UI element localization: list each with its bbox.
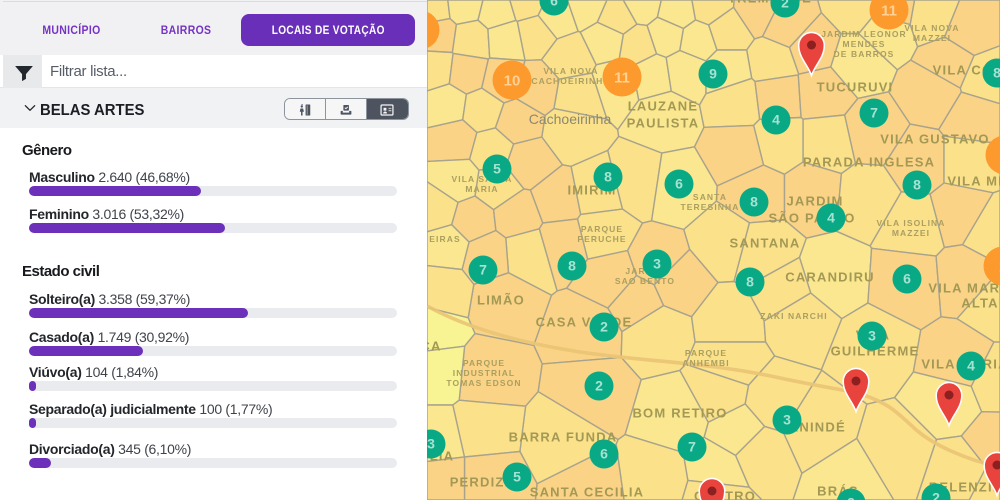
- svg-text:3: 3: [868, 328, 876, 344]
- svg-text:2: 2: [595, 378, 603, 394]
- svg-text:VILA GUSTAVO: VILA GUSTAVO: [880, 132, 990, 147]
- svg-text:ZAKI NARCHI: ZAKI NARCHI: [760, 311, 827, 321]
- svg-text:4: 4: [772, 112, 780, 128]
- svg-text:6: 6: [550, 0, 558, 9]
- svg-text:PARQUE: PARQUE: [463, 358, 505, 368]
- svg-text:CA: CA: [427, 339, 442, 354]
- svg-text:11: 11: [881, 3, 897, 20]
- svg-text:6: 6: [600, 446, 608, 462]
- svg-text:JARDIM LEONOR: JARDIM LEONOR: [821, 29, 907, 39]
- svg-text:8: 8: [750, 194, 758, 210]
- svg-text:8: 8: [746, 274, 754, 290]
- svg-text:VILA ISOLINA: VILA ISOLINA: [876, 218, 945, 228]
- svg-text:7: 7: [870, 105, 878, 121]
- svg-text:Cachoeirinha: Cachoeirinha: [529, 111, 612, 127]
- svg-text:LAUZANE: LAUZANE: [628, 99, 699, 114]
- svg-text:VILA MARIA: VILA MARIA: [928, 281, 1000, 296]
- svg-text:6: 6: [903, 271, 911, 287]
- svg-text:INDUSTRIAL: INDUSTRIAL: [453, 368, 515, 378]
- svg-text:MENDES: MENDES: [843, 39, 886, 49]
- svg-text:11: 11: [614, 70, 630, 87]
- svg-text:PARQUE: PARQUE: [685, 348, 727, 358]
- svg-text:6: 6: [675, 176, 683, 192]
- svg-text:VILA NOVA: VILA NOVA: [543, 66, 598, 76]
- svg-text:SANTA CECILIA: SANTA CECILIA: [530, 485, 645, 500]
- svg-text:3: 3: [783, 412, 791, 428]
- svg-text:10: 10: [504, 73, 521, 90]
- svg-text:VILA NOVA: VILA NOVA: [904, 23, 959, 33]
- svg-text:MAZZEI: MAZZEI: [892, 228, 930, 238]
- svg-text:2: 2: [600, 319, 608, 335]
- svg-text:MARIA: MARIA: [465, 184, 498, 194]
- svg-text:CACHOEIRINHA: CACHOEIRINHA: [531, 76, 610, 86]
- svg-text:SANTANA: SANTANA: [730, 236, 801, 251]
- svg-text:TUCURUVI: TUCURUVI: [817, 80, 894, 95]
- svg-text:VILA MED: VILA MED: [947, 174, 1000, 189]
- svg-text:7: 7: [479, 262, 487, 278]
- svg-text:2: 2: [781, 0, 789, 11]
- svg-text:BOM RETIRO: BOM RETIRO: [632, 406, 727, 421]
- svg-text:PAULISTA: PAULISTA: [627, 116, 700, 131]
- svg-text:MAZZEI: MAZZEI: [913, 33, 951, 43]
- svg-text:PARQUE: PARQUE: [581, 224, 623, 234]
- svg-text:3: 3: [653, 256, 661, 272]
- svg-text:2: 2: [932, 490, 940, 500]
- svg-text:ALTA: ALTA: [961, 296, 999, 311]
- svg-text:EIRAS: EIRAS: [429, 234, 460, 244]
- svg-text:SAO BENTO: SAO BENTO: [615, 276, 675, 286]
- svg-text:CARANDIRU: CARANDIRU: [785, 270, 875, 285]
- svg-text:4: 4: [967, 358, 975, 374]
- svg-text:DE BARROS: DE BARROS: [834, 49, 895, 59]
- svg-text:5: 5: [493, 161, 501, 177]
- svg-text:PERUCHE: PERUCHE: [577, 234, 626, 244]
- svg-text:SANTA: SANTA: [693, 192, 727, 202]
- svg-text:3: 3: [427, 436, 435, 452]
- svg-text:8: 8: [913, 177, 921, 193]
- svg-text:9: 9: [709, 66, 717, 82]
- svg-text:8: 8: [993, 65, 1000, 81]
- svg-text:TOMAS EDSON: TOMAS EDSON: [446, 378, 521, 388]
- svg-text:8: 8: [604, 169, 612, 185]
- svg-text:4: 4: [827, 210, 835, 226]
- svg-text:8: 8: [568, 258, 576, 274]
- svg-text:LIMÃO: LIMÃO: [477, 293, 525, 308]
- svg-text:2: 2: [847, 495, 855, 500]
- svg-text:PARADA INGLESA: PARADA INGLESA: [803, 155, 935, 170]
- svg-text:ANHEMBI: ANHEMBI: [682, 358, 729, 368]
- svg-text:7: 7: [688, 439, 696, 455]
- svg-text:TERESINHA: TERESINHA: [680, 202, 739, 212]
- svg-text:5: 5: [513, 469, 521, 485]
